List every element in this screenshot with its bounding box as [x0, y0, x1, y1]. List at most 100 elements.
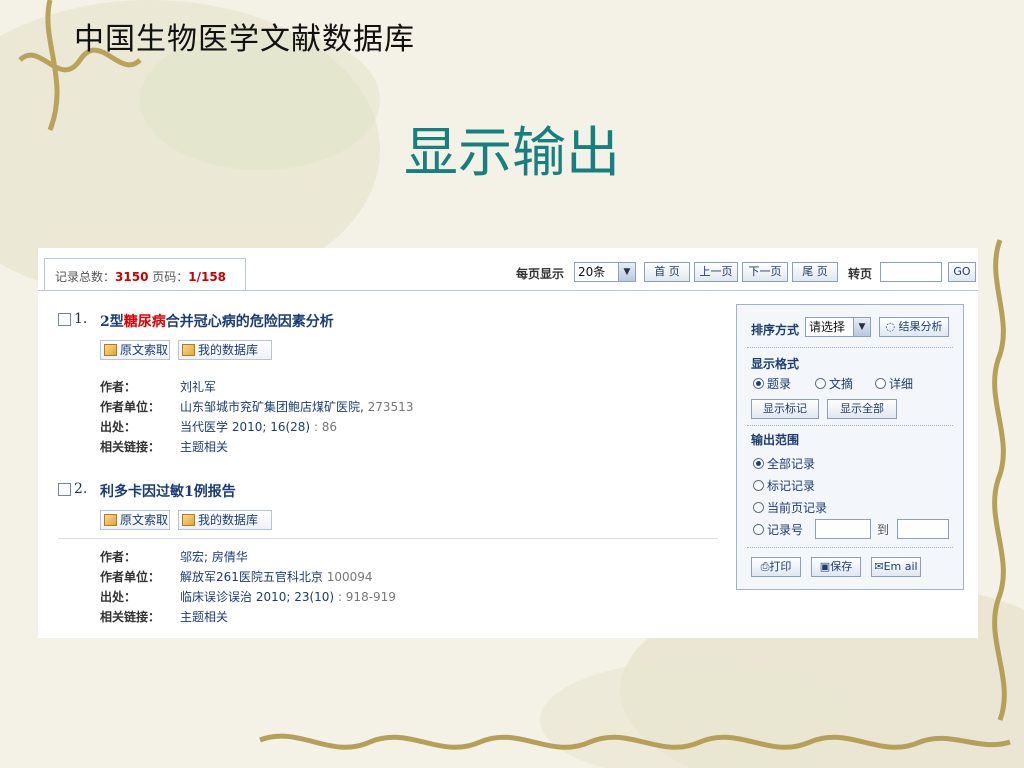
- option-label: 标记记录: [767, 479, 816, 493]
- title-part: 利多卡因过敏1例报告: [100, 484, 236, 500]
- show-all-button[interactable]: 显示全部: [827, 399, 897, 419]
- go-button[interactable]: GO: [948, 262, 976, 282]
- analysis-label: 结果分析: [898, 320, 943, 333]
- divider: [747, 425, 953, 426]
- field-affiliation: 作者单位： 山东邹城市兖矿集团鲍店煤矿医院, 273513: [100, 398, 720, 416]
- fulltext-request-button[interactable]: 原文索取: [100, 510, 170, 530]
- results-panel: 记录总数：3150 页码：1/158 每页显示 20条 ▼ 首 页 上一页 下一…: [38, 248, 978, 638]
- record-from-input[interactable]: [815, 519, 871, 539]
- output-options-panel: 排序方式 请选择 ▼ ◌ 结果分析 显示格式 题录 文摘 详细 显示标记 显示全…: [736, 304, 964, 590]
- per-page-select[interactable]: 20条 ▼: [574, 262, 636, 282]
- record-2: 2. 利多卡因过敏1例报告 原文索取 我的数据库 作者： 邬宏; 房倩华 作者单…: [58, 480, 718, 630]
- affiliation-value: 山东邹城市兖矿集团鲍店煤矿医院, 273513: [180, 398, 413, 415]
- email-button[interactable]: ✉Em ail: [871, 557, 921, 577]
- source-link[interactable]: 当代医学 2010; 16(28): [180, 420, 310, 434]
- my-database-button[interactable]: 我的数据库: [178, 340, 272, 360]
- format-option-detail[interactable]: 详细: [875, 375, 913, 392]
- per-page-label: 每页显示: [516, 267, 565, 281]
- result-analysis-button[interactable]: ◌ 结果分析: [879, 317, 949, 337]
- field-author: 作者： 邬宏; 房倩华: [100, 548, 720, 566]
- record-checkbox[interactable]: [58, 483, 71, 496]
- results-toolbar: 记录总数：3150 页码：1/158 每页显示 20条 ▼ 首 页 上一页 下一…: [38, 248, 978, 291]
- title-part: 2型: [100, 314, 124, 330]
- save-label: 保存: [830, 560, 853, 573]
- radio-icon: [753, 524, 764, 535]
- radio-icon: [875, 378, 886, 389]
- field-affiliation: 作者单位： 解放军261医院五官科北京 100094: [100, 568, 720, 586]
- fulltext-label: 原文索取: [120, 513, 169, 527]
- page-label: 页码：: [148, 270, 189, 284]
- title-part: 合并冠心病的危险因素分析: [165, 314, 334, 330]
- radio-icon: [753, 480, 764, 491]
- range-option-all[interactable]: 全部记录: [753, 455, 815, 472]
- record-checkbox[interactable]: [58, 313, 71, 326]
- to-label: 到: [877, 523, 890, 537]
- first-page-button[interactable]: 首 页: [644, 262, 690, 282]
- divider: [747, 347, 953, 348]
- mydb-label: 我的数据库: [198, 343, 259, 357]
- field-label: 出处：: [100, 590, 137, 604]
- print-button[interactable]: ⎙打印: [751, 557, 801, 577]
- results-summary-tab[interactable]: 记录总数：3150 页码：1/158: [44, 258, 246, 290]
- radio-icon: [753, 502, 764, 513]
- field-label: 相关链接：: [100, 610, 161, 624]
- affiliation-link[interactable]: 山东邹城市兖矿集团鲍店煤矿医院,: [180, 400, 364, 414]
- option-label: 详细: [889, 377, 914, 391]
- sort-select[interactable]: 请选择 ▼: [805, 317, 871, 337]
- source-link[interactable]: 临床误诊误治 2010; 23(10): [180, 590, 334, 604]
- title-highlight: 糖尿病: [123, 314, 166, 330]
- field-label: 作者单位：: [100, 570, 161, 584]
- zip-code: 100094: [322, 570, 373, 584]
- radio-icon: [815, 378, 826, 389]
- format-option-abstract[interactable]: 文摘: [815, 375, 853, 392]
- record-number: 2.: [74, 481, 88, 497]
- total-count: 3150: [115, 270, 149, 284]
- document-icon: [104, 514, 117, 526]
- range-label: 输出范围: [751, 433, 800, 447]
- save-icon: ▣: [819, 560, 831, 573]
- field-label: 出处：: [100, 420, 137, 434]
- field-source: 出处： 临床误诊误治 2010; 23(10) : 918-919: [100, 588, 720, 606]
- last-page-button[interactable]: 尾 页: [792, 262, 838, 282]
- field-label: 作者：: [100, 380, 137, 394]
- chevron-down-icon: ▼: [853, 318, 870, 336]
- page-indicator: 1/158: [188, 270, 227, 284]
- print-label: 打印: [769, 560, 792, 573]
- page-range: : 918-919: [334, 590, 396, 604]
- envelope-icon: ✉: [874, 560, 884, 573]
- page-range: : 86: [310, 420, 338, 434]
- source-value: 临床误诊误治 2010; 23(10) : 918-919: [180, 588, 396, 605]
- mydb-label: 我的数据库: [198, 513, 259, 527]
- show-marked-button[interactable]: 显示标记: [751, 399, 819, 419]
- email-label: Em ail: [883, 560, 918, 573]
- prev-page-button[interactable]: 上一页: [694, 262, 738, 282]
- related-link[interactable]: 主题相关: [180, 438, 228, 455]
- next-page-button[interactable]: 下一页: [742, 262, 788, 282]
- range-option-record-number[interactable]: 记录号: [753, 521, 803, 538]
- source-value: 当代医学 2010; 16(28) : 86: [180, 418, 337, 435]
- radio-checked-icon: [753, 458, 764, 469]
- range-option-current-page[interactable]: 当前页记录: [753, 499, 827, 516]
- format-option-citation[interactable]: 题录: [753, 375, 791, 392]
- record-title-link[interactable]: 2型糖尿病合并冠心病的危险因素分析: [100, 311, 334, 331]
- database-icon: [182, 344, 195, 356]
- divider: [747, 547, 953, 548]
- author-link[interactable]: 邬宏; 房倩华: [180, 548, 248, 565]
- option-label: 当前页记录: [767, 501, 828, 515]
- field-source: 出处： 当代医学 2010; 16(28) : 86: [100, 418, 720, 436]
- author-link[interactable]: 刘礼军: [180, 378, 216, 395]
- record-title-link[interactable]: 利多卡因过敏1例报告: [100, 481, 236, 501]
- goto-page-input[interactable]: [880, 262, 942, 282]
- related-link[interactable]: 主题相关: [180, 608, 228, 625]
- my-database-button[interactable]: 我的数据库: [178, 510, 272, 530]
- fulltext-request-button[interactable]: 原文索取: [100, 340, 170, 360]
- record-1: 1. 2型糖尿病合并冠心病的危险因素分析 原文索取 我的数据库 作者： 刘礼军 …: [58, 310, 718, 460]
- affiliation-link[interactable]: 解放军261医院五官科北京: [180, 570, 323, 584]
- slide-heading: 显示输出: [404, 121, 620, 184]
- save-button[interactable]: ▣保存: [811, 557, 861, 577]
- range-option-marked[interactable]: 标记记录: [753, 477, 815, 494]
- affiliation-value: 解放军261医院五官科北京 100094: [180, 568, 373, 585]
- option-label: 记录号: [767, 523, 804, 537]
- field-author: 作者： 刘礼军: [100, 378, 720, 396]
- record-to-input[interactable]: [897, 519, 949, 539]
